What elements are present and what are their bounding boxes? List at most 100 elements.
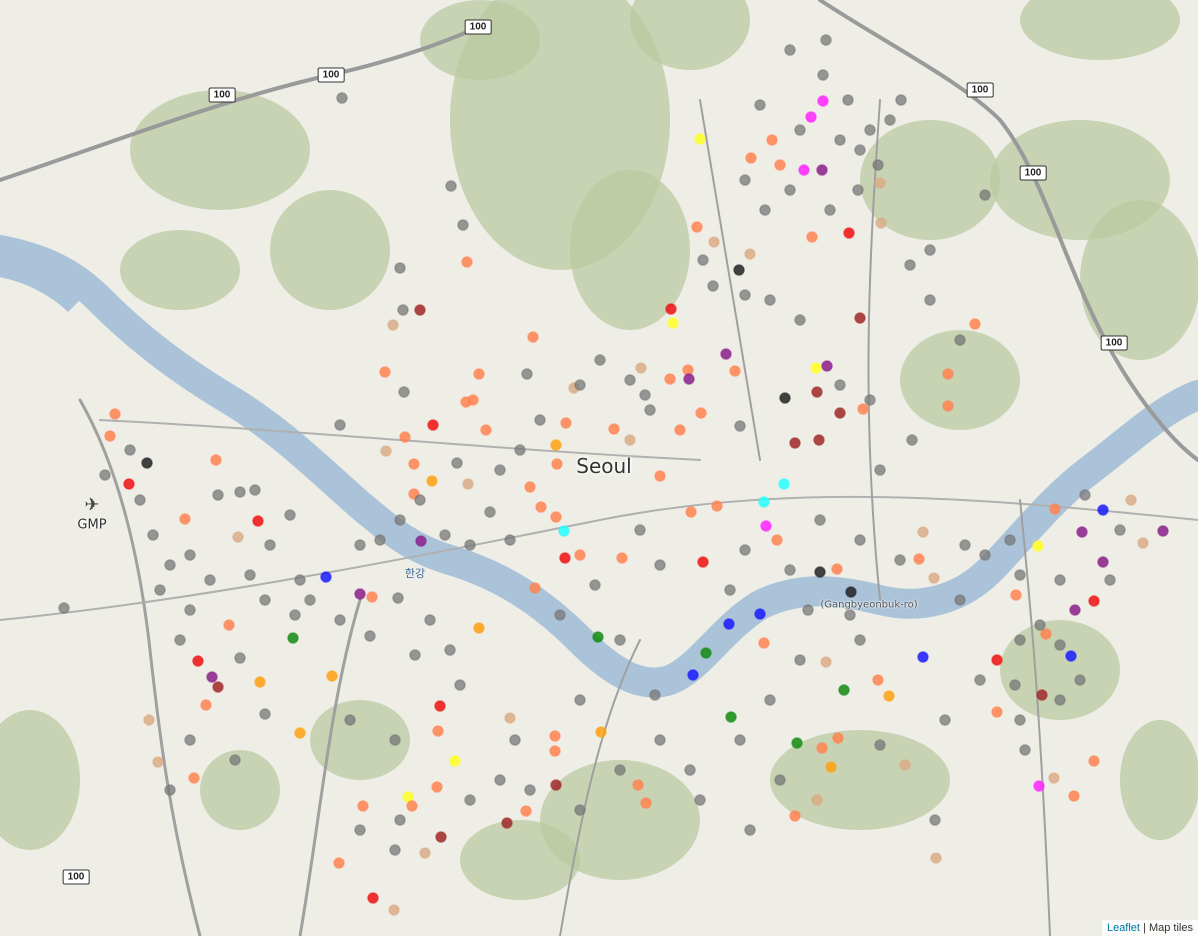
map-marker-purple[interactable] — [1157, 525, 1169, 537]
map-marker-gray[interactable] — [304, 594, 316, 606]
map-marker-orange[interactable] — [1010, 589, 1022, 601]
map-marker-gray[interactable] — [979, 549, 991, 561]
map-marker-orange[interactable] — [535, 501, 547, 513]
map-marker-gray[interactable] — [842, 94, 854, 106]
map-marker-gray[interactable] — [844, 609, 856, 621]
map-marker-gray[interactable] — [457, 219, 469, 231]
map-marker-gray[interactable] — [1074, 674, 1086, 686]
map-marker-tan[interactable] — [930, 852, 942, 864]
map-marker-orange[interactable] — [549, 730, 561, 742]
map-marker-gray[interactable] — [1034, 619, 1046, 631]
map-marker-gray[interactable] — [164, 559, 176, 571]
map-marker-gray[interactable] — [739, 174, 751, 186]
map-marker-orange[interactable] — [357, 800, 369, 812]
map-marker-orange[interactable] — [473, 368, 485, 380]
map-marker-tan[interactable] — [419, 847, 431, 859]
map-marker-red[interactable] — [192, 655, 204, 667]
map-marker-gray[interactable] — [979, 189, 991, 201]
map-marker-blue[interactable] — [723, 618, 735, 630]
map-marker-gray[interactable] — [639, 389, 651, 401]
map-marker-gray[interactable] — [759, 204, 771, 216]
map-marker-orange[interactable] — [551, 458, 563, 470]
map-marker-gray[interactable] — [694, 794, 706, 806]
map-marker-orange[interactable] — [774, 159, 786, 171]
map-marker-tan[interactable] — [708, 236, 720, 248]
map-marker-gray[interactable] — [784, 184, 796, 196]
map-marker-purple[interactable] — [206, 671, 218, 683]
map-marker-gray[interactable] — [424, 614, 436, 626]
map-marker-gray[interactable] — [259, 594, 271, 606]
map-marker-gray[interactable] — [154, 584, 166, 596]
map-marker-orange[interactable] — [969, 318, 981, 330]
map-marker-orange[interactable] — [550, 511, 562, 523]
map-marker-gray[interactable] — [147, 529, 159, 541]
map-marker-orange[interactable] — [223, 619, 235, 631]
map-marker-orange[interactable] — [549, 745, 561, 757]
map-marker-orange[interactable] — [333, 857, 345, 869]
map-marker-green[interactable] — [287, 632, 299, 644]
map-marker-gray[interactable] — [854, 534, 866, 546]
map-marker-gray[interactable] — [924, 294, 936, 306]
map-marker-gray[interactable] — [229, 754, 241, 766]
map-marker-magenta[interactable] — [817, 95, 829, 107]
map-marker-gray[interactable] — [336, 92, 348, 104]
map-marker-orange[interactable] — [691, 221, 703, 233]
map-marker-gray[interactable] — [649, 689, 661, 701]
map-marker-gray[interactable] — [854, 144, 866, 156]
map-marker-orange[interactable] — [913, 553, 925, 565]
map-marker-darkred[interactable] — [414, 304, 426, 316]
map-marker-tan[interactable] — [899, 759, 911, 771]
map-marker-gray[interactable] — [1054, 639, 1066, 651]
map-marker-amber[interactable] — [825, 761, 837, 773]
map-marker-gray[interactable] — [414, 494, 426, 506]
map-marker-gray[interactable] — [454, 679, 466, 691]
map-marker-black[interactable] — [779, 392, 791, 404]
map-marker-orange[interactable] — [832, 732, 844, 744]
map-marker-gray[interactable] — [1014, 714, 1026, 726]
map-marker-gray[interactable] — [234, 652, 246, 664]
map-marker-gray[interactable] — [514, 444, 526, 456]
leaflet-link[interactable]: Leaflet — [1107, 922, 1140, 934]
map-marker-orange[interactable] — [942, 400, 954, 412]
map-marker-tan[interactable] — [928, 572, 940, 584]
map-marker-tan[interactable] — [811, 794, 823, 806]
map-marker-gray[interactable] — [284, 509, 296, 521]
map-marker-darkred[interactable] — [501, 817, 513, 829]
map-marker-amber[interactable] — [595, 726, 607, 738]
map-marker-gray[interactable] — [464, 539, 476, 551]
map-marker-gray[interactable] — [1014, 634, 1026, 646]
map-marker-gray[interactable] — [814, 514, 826, 526]
map-marker-orange[interactable] — [616, 552, 628, 564]
map-marker-orange[interactable] — [520, 805, 532, 817]
map-marker-gray[interactable] — [249, 484, 261, 496]
map-marker-orange[interactable] — [806, 231, 818, 243]
map-marker-red[interactable] — [252, 515, 264, 527]
map-marker-green[interactable] — [791, 737, 803, 749]
map-marker-red[interactable] — [665, 303, 677, 315]
map-marker-gray[interactable] — [264, 539, 276, 551]
map-marker-gray[interactable] — [884, 114, 896, 126]
map-marker-orange[interactable] — [831, 563, 843, 575]
map-marker-orange[interactable] — [188, 772, 200, 784]
map-marker-gray[interactable] — [820, 34, 832, 46]
map-marker-gray[interactable] — [212, 489, 224, 501]
map-marker-tan[interactable] — [635, 362, 647, 374]
map-marker-green[interactable] — [725, 711, 737, 723]
map-marker-tan[interactable] — [388, 904, 400, 916]
map-marker-gray[interactable] — [439, 529, 451, 541]
map-marker-red[interactable] — [697, 556, 709, 568]
map-marker-gray[interactable] — [574, 379, 586, 391]
map-marker-gray[interactable] — [697, 254, 709, 266]
map-marker-gray[interactable] — [521, 368, 533, 380]
map-marker-black[interactable] — [733, 264, 745, 276]
map-marker-yellow[interactable] — [449, 755, 461, 767]
map-marker-orange[interactable] — [524, 481, 536, 493]
map-marker-gray[interactable] — [895, 94, 907, 106]
map-marker-orange[interactable] — [179, 513, 191, 525]
map-marker-gray[interactable] — [764, 694, 776, 706]
map-marker-red[interactable] — [991, 654, 1003, 666]
map-marker-gray[interactable] — [184, 549, 196, 561]
map-marker-magenta[interactable] — [798, 164, 810, 176]
map-marker-gray[interactable] — [852, 184, 864, 196]
map-marker-darkred[interactable] — [834, 407, 846, 419]
